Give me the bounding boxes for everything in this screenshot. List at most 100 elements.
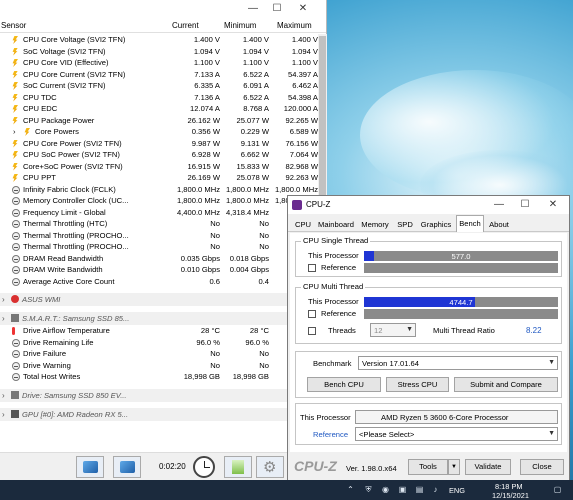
expand-arrow-icon[interactable]: › bbox=[2, 295, 5, 304]
sensor-row[interactable]: Drive Remaining Life 96.0 % 96.0 % bbox=[0, 337, 318, 349]
volume-icon[interactable]: ♪ bbox=[431, 485, 440, 494]
minimize-button[interactable]: — bbox=[246, 3, 260, 15]
multi-reference-checkbox[interactable] bbox=[308, 310, 316, 318]
group-label: S.M.A.R.T.: Samsung SSD 85... bbox=[22, 314, 130, 323]
hwinfo-titlebar: — ☐ ✕ bbox=[0, 0, 326, 20]
sensor-row[interactable]: Thermal Throttling (PROCHO... No No bbox=[0, 230, 318, 242]
network-icon[interactable]: ▤ bbox=[415, 485, 424, 494]
close-button[interactable]: ✕ bbox=[296, 3, 310, 15]
threads-label: Threads bbox=[328, 326, 356, 335]
sensor-row[interactable]: Frequency Limit - Global 4,400.0 MHz 4,318… bbox=[0, 207, 318, 219]
multi-reference-bar bbox=[364, 309, 558, 319]
sensor-group-header[interactable]: › ASUS WMI bbox=[0, 293, 318, 306]
threads-select[interactable]: 12 ▼ bbox=[370, 323, 416, 337]
sensor-row[interactable]: CPU Core Power (SVI2 TFN) 9.987 W 9.131 W 7… bbox=[0, 138, 318, 150]
sensor-group-header[interactable]: › S.M.A.R.T.: Samsung SSD 85... bbox=[0, 312, 318, 325]
sensor-row[interactable]: CPU TDC 7.136 A 6.522 A 54.398 A bbox=[0, 92, 318, 104]
clock-icon[interactable] bbox=[193, 456, 215, 478]
sensor-row[interactable]: Core+SoC Power (SVI2 TFN) 16.915 W 15.833 … bbox=[0, 161, 318, 173]
tab-graphics[interactable]: Graphics bbox=[418, 217, 454, 232]
tools-button[interactable]: Tools bbox=[408, 459, 448, 475]
sensor-label: Thermal Throttling (PROCHO... bbox=[23, 242, 129, 251]
benchmark-version-select[interactable]: Version 17.01.64 ▼ bbox=[358, 356, 558, 370]
single-reference-checkbox[interactable] bbox=[308, 264, 316, 272]
sensor-row[interactable]: CPU Core VID (Effective) 1.100 V 1.100 V 1.… bbox=[0, 57, 318, 69]
sensor-label: Memory Controller Clock (UC... bbox=[23, 196, 129, 205]
sensor-row[interactable]: DRAM Write Bandwidth 0.010 Gbps 0.004 Gbps… bbox=[0, 264, 318, 276]
sensor-row[interactable]: Infinity Fabric Clock (FCLK) 1,800.0 MHz 1… bbox=[0, 184, 318, 196]
sensor-row[interactable]: Drive Airflow Temperature 28 °C 28 °C bbox=[0, 325, 318, 337]
col-minimum[interactable]: Minimum bbox=[224, 21, 256, 30]
expand-arrow-icon[interactable]: › bbox=[2, 314, 5, 323]
expand-arrow-icon[interactable]: › bbox=[2, 410, 5, 419]
sensor-row[interactable]: Drive Failure No No bbox=[0, 348, 318, 360]
tab-cpu[interactable]: CPU bbox=[292, 217, 314, 232]
sensor-label: Core Powers bbox=[35, 127, 79, 136]
minimize-button[interactable]: — bbox=[492, 199, 506, 211]
sensor-group-header[interactable]: › Drive: Samsung SSD 850 EV... bbox=[0, 388, 318, 402]
threads-checkbox[interactable] bbox=[308, 327, 316, 335]
clock-date[interactable]: 12/15/2021 bbox=[492, 491, 529, 500]
sensor-row[interactable]: CPU PPT 26.169 W 25.078 W 92.263 W bbox=[0, 172, 318, 184]
close-window-button[interactable]: Close bbox=[520, 459, 564, 475]
sensor-minimum: No bbox=[259, 349, 269, 358]
sensor-row[interactable]: CPU EDC 12.074 A 8.768 A 120.000 A bbox=[0, 103, 318, 115]
multi-thread-group: CPU Multi Thread This Processor 4744.7 R… bbox=[295, 282, 562, 344]
sensor-minimum: 1.400 V bbox=[242, 35, 269, 44]
submit-compare-button[interactable]: Submit and Compare bbox=[454, 377, 558, 392]
tools-dropdown-icon[interactable]: ▼ bbox=[448, 459, 460, 475]
sensor-row[interactable]: Average Active Core Count 0.6 0.4 bbox=[0, 276, 318, 288]
power-sensor-icon bbox=[12, 70, 18, 79]
shield-icon[interactable]: ⛨ bbox=[364, 485, 373, 494]
sensor-row[interactable]: CPU SoC Power (SVI2 TFN) 6.928 W 6.662 W 7.… bbox=[0, 149, 318, 161]
sensor-row[interactable]: Thermal Throttling (PROCHO... No No bbox=[0, 241, 318, 253]
app-tray-icon[interactable]: ◉ bbox=[381, 485, 390, 494]
sensor-row[interactable]: Memory Controller Clock (UC... 1,800.0 MH… bbox=[0, 195, 318, 207]
tab-about[interactable]: About bbox=[486, 217, 512, 232]
tab-mainboard[interactable]: Mainboard bbox=[316, 217, 356, 232]
close-button[interactable]: ✕ bbox=[546, 199, 560, 211]
chevron-up-icon[interactable]: ⌃ bbox=[346, 485, 355, 494]
sensor-current: 4,400.0 MHz bbox=[176, 207, 220, 217]
settings-icon[interactable] bbox=[256, 456, 284, 478]
sensor-row[interactable]: SoC Current (SVI2 TFN) 6.335 A 6.091 A 6.46… bbox=[0, 80, 318, 92]
sensor-row[interactable]: CPU Core Voltage (SVI2 TFN) 1.400 V 1.400 … bbox=[0, 34, 318, 46]
clock-time[interactable]: 8:18 PM bbox=[495, 482, 523, 491]
monitor-icon[interactable]: ▣ bbox=[398, 485, 407, 494]
language-indicator[interactable]: ENG bbox=[449, 486, 465, 495]
sensor-current: 16.915 W bbox=[187, 161, 220, 171]
report-icon[interactable] bbox=[224, 456, 252, 478]
expand-arrow-icon[interactable]: › bbox=[2, 391, 5, 400]
sensor-group-header[interactable]: › GPU [#0]: AMD Radeon RX 5... bbox=[0, 407, 318, 421]
maximize-button[interactable]: ☐ bbox=[270, 3, 284, 15]
sensor-row[interactable]: Total Host Writes18,998 GB18,998 GB18,99… bbox=[0, 371, 318, 383]
network-icon[interactable] bbox=[76, 456, 104, 478]
connect-icon[interactable] bbox=[113, 456, 141, 478]
sensor-row[interactable]: DRAM Read Bandwidth0.035 Gbps0.018 Gbps0… bbox=[0, 253, 318, 265]
tab-memory[interactable]: Memory bbox=[358, 217, 392, 232]
maximize-button[interactable]: ☐ bbox=[518, 199, 532, 211]
col-sensor[interactable]: Sensor bbox=[1, 21, 26, 30]
sensor-row[interactable]: SoC Voltage (SVI2 TFN) 1.094 V 1.094 V 1.09… bbox=[0, 46, 318, 58]
col-maximum[interactable]: Maximum bbox=[277, 21, 312, 30]
sensor-row[interactable]: CPU Core Current (SVI2 TFN) 7.133 A 6.522 … bbox=[0, 69, 318, 81]
reference-select[interactable]: <Please Select> ▼ bbox=[355, 427, 558, 441]
power-sensor-icon bbox=[12, 82, 18, 90]
multi-this-bar: 4744.7 bbox=[364, 297, 558, 307]
sensor-row[interactable]: Thermal Throttling (HTC) No No bbox=[0, 218, 318, 230]
tab-spd[interactable]: SPD bbox=[394, 217, 416, 232]
notification-icon[interactable]: ▢ bbox=[553, 485, 562, 494]
bench-cpu-button[interactable]: Bench CPU bbox=[307, 377, 381, 392]
sensor-row[interactable]: Drive Warning No No bbox=[0, 360, 318, 372]
multi-thread-title: CPU Multi Thread bbox=[301, 282, 366, 291]
expand-arrow-icon[interactable]: › bbox=[13, 127, 16, 136]
sensor-label: CPU Package Power bbox=[23, 115, 95, 125]
gpu-icon bbox=[11, 409, 19, 418]
sensor-row[interactable]: › Core Powers 0.356 W 0.229 W 6.589 W bbox=[0, 126, 318, 138]
col-current[interactable]: Current bbox=[172, 21, 199, 30]
tab-bench[interactable]: Bench bbox=[456, 215, 484, 232]
sensor-row[interactable]: CPU Package Power 26.162 W 25.077 W 92.265 … bbox=[0, 115, 318, 127]
validate-button[interactable]: Validate bbox=[465, 459, 511, 475]
cpuz-brand-logo: CPU-Z bbox=[294, 458, 337, 474]
stress-cpu-button[interactable]: Stress CPU bbox=[386, 377, 449, 392]
